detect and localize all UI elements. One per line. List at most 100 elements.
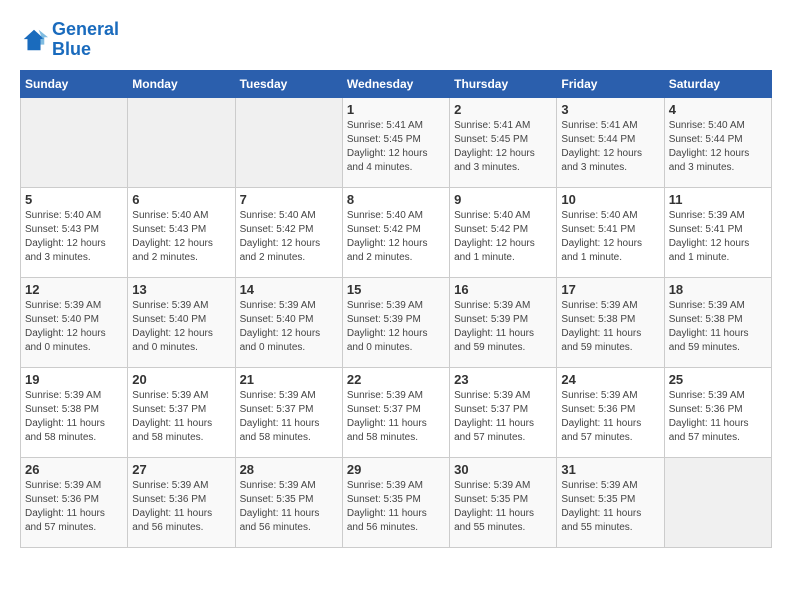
day-info: Sunrise: 5:40 AM Sunset: 5:42 PM Dayligh…	[240, 209, 338, 265]
day-number: 30	[454, 462, 552, 477]
calendar-week-row: 26 Sunrise: 5:39 AM Sunset: 5:36 PM Dayli…	[21, 457, 772, 547]
calendar-cell: 27Sunrise: 5:39 AM Sunset: 5:36 PM Dayli…	[128, 457, 235, 547]
calendar-table: SundayMondayTuesdayWednesdayThursdayFrid…	[20, 70, 772, 548]
calendar-cell: 10 Sunrise: 5:40 AM Sunset: 5:41 PM Dayli…	[557, 187, 664, 277]
day-number: 4	[669, 102, 767, 117]
calendar-cell: 1 Sunrise: 5:41 AM Sunset: 5:45 PM Daylig…	[342, 97, 449, 187]
weekday-header-cell: Sunday	[21, 70, 128, 97]
day-number: 13	[132, 282, 230, 297]
day-number: 22	[347, 372, 445, 387]
day-info: Sunrise: 5:39 AM Sunset: 5:35 PM Dayligh…	[347, 479, 445, 535]
day-info: Sunrise: 5:39 AM Sunset: 5:35 PM Dayligh…	[240, 479, 338, 535]
day-number: 12	[25, 282, 123, 297]
day-number: 11	[669, 192, 767, 207]
calendar-cell	[235, 97, 342, 187]
calendar-cell: 23 Sunrise: 5:39 AM Sunset: 5:37 PM Dayli…	[450, 367, 557, 457]
calendar-cell: 12 Sunrise: 5:39 AM Sunset: 5:40 PM Dayli…	[21, 277, 128, 367]
weekday-header-row: SundayMondayTuesdayWednesdayThursdayFrid…	[21, 70, 772, 97]
day-info: Sunrise: 5:39 AM Sunset: 5:37 PM Dayligh…	[347, 389, 445, 445]
day-info: Sunrise: 5:40 AM Sunset: 5:41 PM Dayligh…	[561, 209, 659, 265]
calendar-cell: 18Sunrise: 5:39 AM Sunset: 5:38 PM Dayli…	[664, 277, 771, 367]
calendar-cell: 30Sunrise: 5:39 AM Sunset: 5:35 PM Dayli…	[450, 457, 557, 547]
day-info: Sunrise: 5:40 AM Sunset: 5:42 PM Dayligh…	[454, 209, 552, 265]
day-info: Sunrise: 5:41 AM Sunset: 5:44 PM Dayligh…	[561, 119, 659, 175]
day-info: Sunrise: 5:40 AM Sunset: 5:42 PM Dayligh…	[347, 209, 445, 265]
weekday-header-cell: Friday	[557, 70, 664, 97]
day-number: 16	[454, 282, 552, 297]
day-number: 19	[25, 372, 123, 387]
day-number: 1	[347, 102, 445, 117]
day-info: Sunrise: 5:39 AM Sunset: 5:37 PM Dayligh…	[132, 389, 230, 445]
day-number: 7	[240, 192, 338, 207]
day-info: Sunrise: 5:40 AM Sunset: 5:44 PM Dayligh…	[669, 119, 767, 175]
day-info: Sunrise: 5:39 AM Sunset: 5:35 PM Dayligh…	[561, 479, 659, 535]
day-number: 26	[25, 462, 123, 477]
day-number: 9	[454, 192, 552, 207]
calendar-cell: 17Sunrise: 5:39 AM Sunset: 5:38 PM Dayli…	[557, 277, 664, 367]
calendar-cell: 5Sunrise: 5:40 AM Sunset: 5:43 PM Daylig…	[21, 187, 128, 277]
day-info: Sunrise: 5:39 AM Sunset: 5:39 PM Dayligh…	[454, 299, 552, 355]
day-info: Sunrise: 5:39 AM Sunset: 5:39 PM Dayligh…	[347, 299, 445, 355]
calendar-cell: 31 Sunrise: 5:39 AM Sunset: 5:35 PM Dayli…	[557, 457, 664, 547]
calendar-cell: 11Sunrise: 5:39 AM Sunset: 5:41 PM Dayli…	[664, 187, 771, 277]
day-info: Sunrise: 5:39 AM Sunset: 5:40 PM Dayligh…	[25, 299, 123, 355]
day-info: Sunrise: 5:39 AM Sunset: 5:36 PM Dayligh…	[561, 389, 659, 445]
weekday-header-cell: Monday	[128, 70, 235, 97]
calendar-week-row: 5Sunrise: 5:40 AM Sunset: 5:43 PM Daylig…	[21, 187, 772, 277]
calendar-cell: 4 Sunrise: 5:40 AM Sunset: 5:44 PM Daylig…	[664, 97, 771, 187]
logo-icon	[20, 26, 48, 54]
day-info: Sunrise: 5:41 AM Sunset: 5:45 PM Dayligh…	[347, 119, 445, 175]
day-number: 24	[561, 372, 659, 387]
calendar-week-row: 19 Sunrise: 5:39 AM Sunset: 5:38 PM Dayli…	[21, 367, 772, 457]
day-info: Sunrise: 5:39 AM Sunset: 5:38 PM Dayligh…	[561, 299, 659, 355]
calendar-cell: 24 Sunrise: 5:39 AM Sunset: 5:36 PM Dayli…	[557, 367, 664, 457]
calendar-cell: 22 Sunrise: 5:39 AM Sunset: 5:37 PM Dayli…	[342, 367, 449, 457]
calendar-cell	[21, 97, 128, 187]
weekday-header-cell: Saturday	[664, 70, 771, 97]
calendar-cell: 3 Sunrise: 5:41 AM Sunset: 5:44 PM Daylig…	[557, 97, 664, 187]
calendar-cell: 26 Sunrise: 5:39 AM Sunset: 5:36 PM Dayli…	[21, 457, 128, 547]
day-number: 25	[669, 372, 767, 387]
calendar-cell: 20 Sunrise: 5:39 AM Sunset: 5:37 PM Dayli…	[128, 367, 235, 457]
day-number: 27	[132, 462, 230, 477]
day-number: 14	[240, 282, 338, 297]
calendar-cell: 8Sunrise: 5:40 AM Sunset: 5:42 PM Daylig…	[342, 187, 449, 277]
day-number: 28	[240, 462, 338, 477]
day-info: Sunrise: 5:39 AM Sunset: 5:37 PM Dayligh…	[240, 389, 338, 445]
day-number: 31	[561, 462, 659, 477]
day-number: 3	[561, 102, 659, 117]
day-number: 21	[240, 372, 338, 387]
day-info: Sunrise: 5:39 AM Sunset: 5:36 PM Dayligh…	[669, 389, 767, 445]
calendar-cell: 2 Sunrise: 5:41 AM Sunset: 5:45 PM Daylig…	[450, 97, 557, 187]
calendar-cell: 14 Sunrise: 5:39 AM Sunset: 5:40 PM Dayli…	[235, 277, 342, 367]
day-number: 6	[132, 192, 230, 207]
day-number: 20	[132, 372, 230, 387]
calendar-cell: 16 Sunrise: 5:39 AM Sunset: 5:39 PM Dayli…	[450, 277, 557, 367]
weekday-header-cell: Wednesday	[342, 70, 449, 97]
calendar-week-row: 12 Sunrise: 5:39 AM Sunset: 5:40 PM Dayli…	[21, 277, 772, 367]
day-number: 23	[454, 372, 552, 387]
day-info: Sunrise: 5:39 AM Sunset: 5:36 PM Dayligh…	[25, 479, 123, 535]
calendar-cell: 29Sunrise: 5:39 AM Sunset: 5:35 PM Dayli…	[342, 457, 449, 547]
day-info: Sunrise: 5:39 AM Sunset: 5:37 PM Dayligh…	[454, 389, 552, 445]
day-info: Sunrise: 5:39 AM Sunset: 5:40 PM Dayligh…	[132, 299, 230, 355]
day-info: Sunrise: 5:39 AM Sunset: 5:38 PM Dayligh…	[669, 299, 767, 355]
calendar-body: 1 Sunrise: 5:41 AM Sunset: 5:45 PM Daylig…	[21, 97, 772, 547]
page-header: General Blue	[20, 20, 772, 60]
day-number: 2	[454, 102, 552, 117]
calendar-cell: 7 Sunrise: 5:40 AM Sunset: 5:42 PM Daylig…	[235, 187, 342, 277]
day-number: 10	[561, 192, 659, 207]
calendar-week-row: 1 Sunrise: 5:41 AM Sunset: 5:45 PM Daylig…	[21, 97, 772, 187]
weekday-header-cell: Tuesday	[235, 70, 342, 97]
calendar-cell: 21 Sunrise: 5:39 AM Sunset: 5:37 PM Dayli…	[235, 367, 342, 457]
calendar-cell: 9 Sunrise: 5:40 AM Sunset: 5:42 PM Daylig…	[450, 187, 557, 277]
day-info: Sunrise: 5:39 AM Sunset: 5:38 PM Dayligh…	[25, 389, 123, 445]
calendar-cell: 13 Sunrise: 5:39 AM Sunset: 5:40 PM Dayli…	[128, 277, 235, 367]
logo: General Blue	[20, 20, 119, 60]
day-number: 5	[25, 192, 123, 207]
day-info: Sunrise: 5:39 AM Sunset: 5:40 PM Dayligh…	[240, 299, 338, 355]
day-info: Sunrise: 5:41 AM Sunset: 5:45 PM Dayligh…	[454, 119, 552, 175]
calendar-cell: 28 Sunrise: 5:39 AM Sunset: 5:35 PM Dayli…	[235, 457, 342, 547]
calendar-cell	[664, 457, 771, 547]
day-number: 15	[347, 282, 445, 297]
